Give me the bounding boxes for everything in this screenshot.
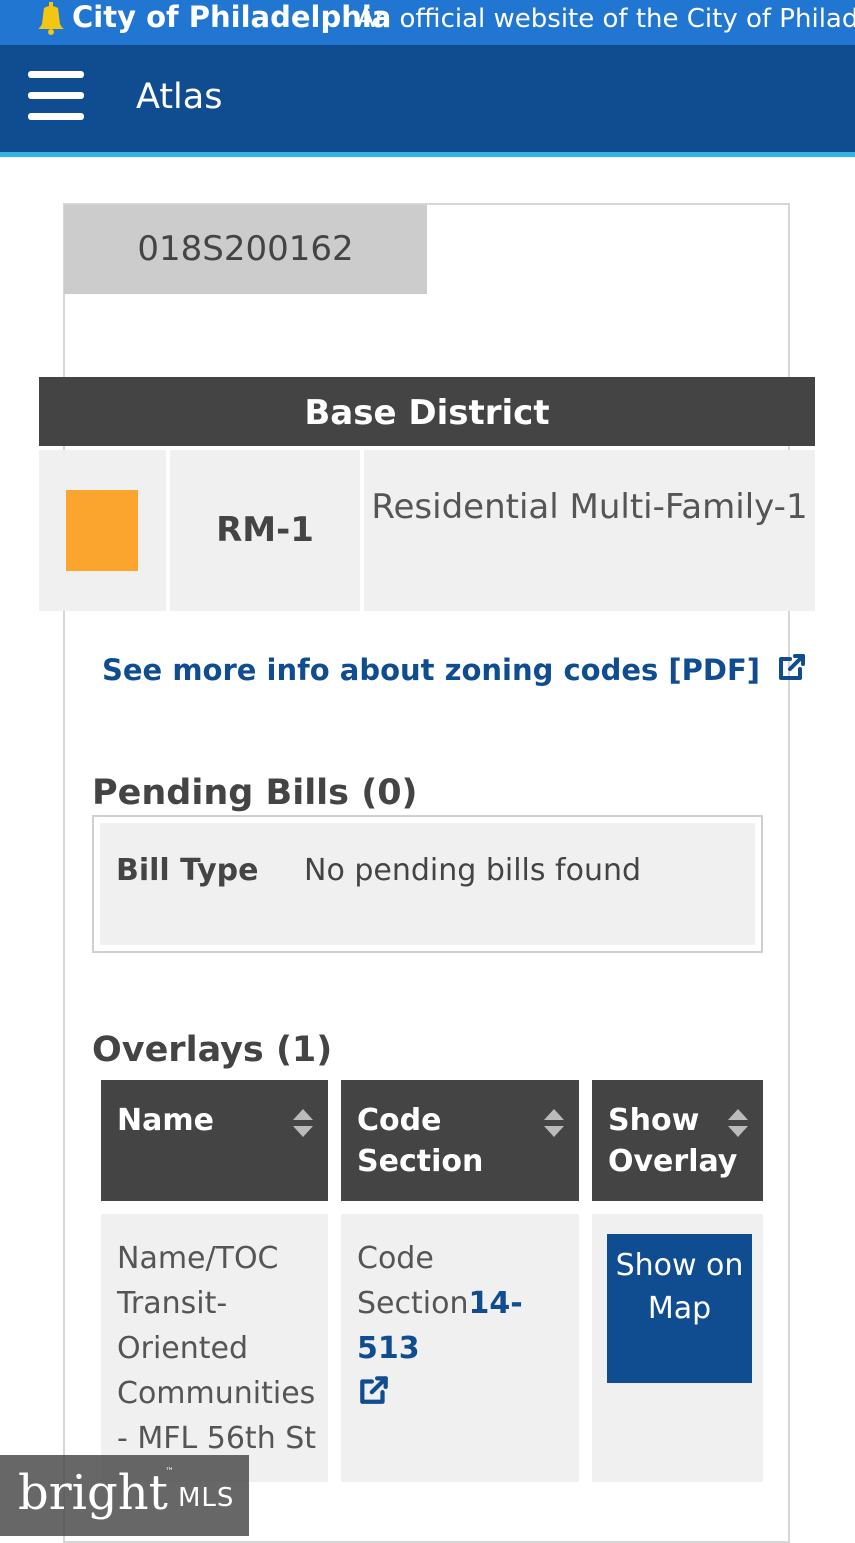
hamburger-menu-icon[interactable] [28,71,84,121]
code-section-prefix: Code Section [357,1241,469,1321]
watermark-brand: bright [18,1465,168,1521]
district-swatch-cell [39,450,166,611]
watermark-suffix: MLS [178,1483,235,1513]
overlay-name: Name/TOC Transit-Oriented Communities - … [117,1241,317,1456]
base-district-header: Base District [39,377,815,446]
pending-bills-table: Bill Type No pending bills found [92,815,763,953]
district-code-cell: RM-1 [170,450,360,611]
bill-type-label: Bill Type [116,853,259,888]
district-description: Residential Multi-Family-1 [371,487,808,527]
sort-icon [292,1108,314,1149]
column-header-label: Name [117,1103,214,1138]
bright-mls-watermark: bright ™ MLS [0,1455,249,1536]
liberty-bell-icon [36,2,66,40]
app-header: Atlas [0,45,855,157]
overlay-name-cell: Name/TOC Transit-Oriented Communities - … [101,1214,328,1482]
app-title[interactable]: Atlas [136,75,222,119]
zoning-codes-link[interactable]: See more info about zoning codes [PDF] [102,650,808,693]
watermark-trademark: ™ [165,1467,174,1477]
official-website-text: An official website of the City of Phila… [357,4,855,34]
pending-bills-row: Bill Type No pending bills found [100,823,755,945]
bill-type-value: No pending bills found [304,853,642,888]
column-header-label: Code Section [357,1103,484,1179]
parcel-tab[interactable]: 018S200162 [64,205,427,294]
zoning-codes-link-label: See more info about zoning codes [PDF] [102,653,761,687]
district-code: RM-1 [216,510,314,550]
district-color-swatch [66,490,138,571]
show-on-map-button[interactable]: Show on Map [607,1234,752,1383]
overlay-action-cell: Show on Map [592,1214,763,1482]
official-banner: City of Philadelphia An official website… [0,0,855,45]
pending-bills-title: Pending Bills (0) [92,773,418,813]
sort-icon [543,1108,565,1149]
column-header-name[interactable]: Name [101,1080,328,1201]
overlays-title: Overlays (1) [92,1030,333,1070]
city-name[interactable]: City of Philadelphia [72,0,391,34]
district-description-cell: Residential Multi-Family-1 [364,450,815,611]
column-header-code-section[interactable]: Code Section [341,1080,579,1201]
column-header-label: Show Overlay [608,1103,738,1179]
sort-icon [727,1108,749,1149]
overlay-code-cell: Code Section14-513 [341,1214,579,1482]
external-link-icon[interactable] [357,1373,571,1420]
external-link-icon [776,651,808,693]
column-header-show-overlay[interactable]: Show Overlay [592,1080,763,1201]
